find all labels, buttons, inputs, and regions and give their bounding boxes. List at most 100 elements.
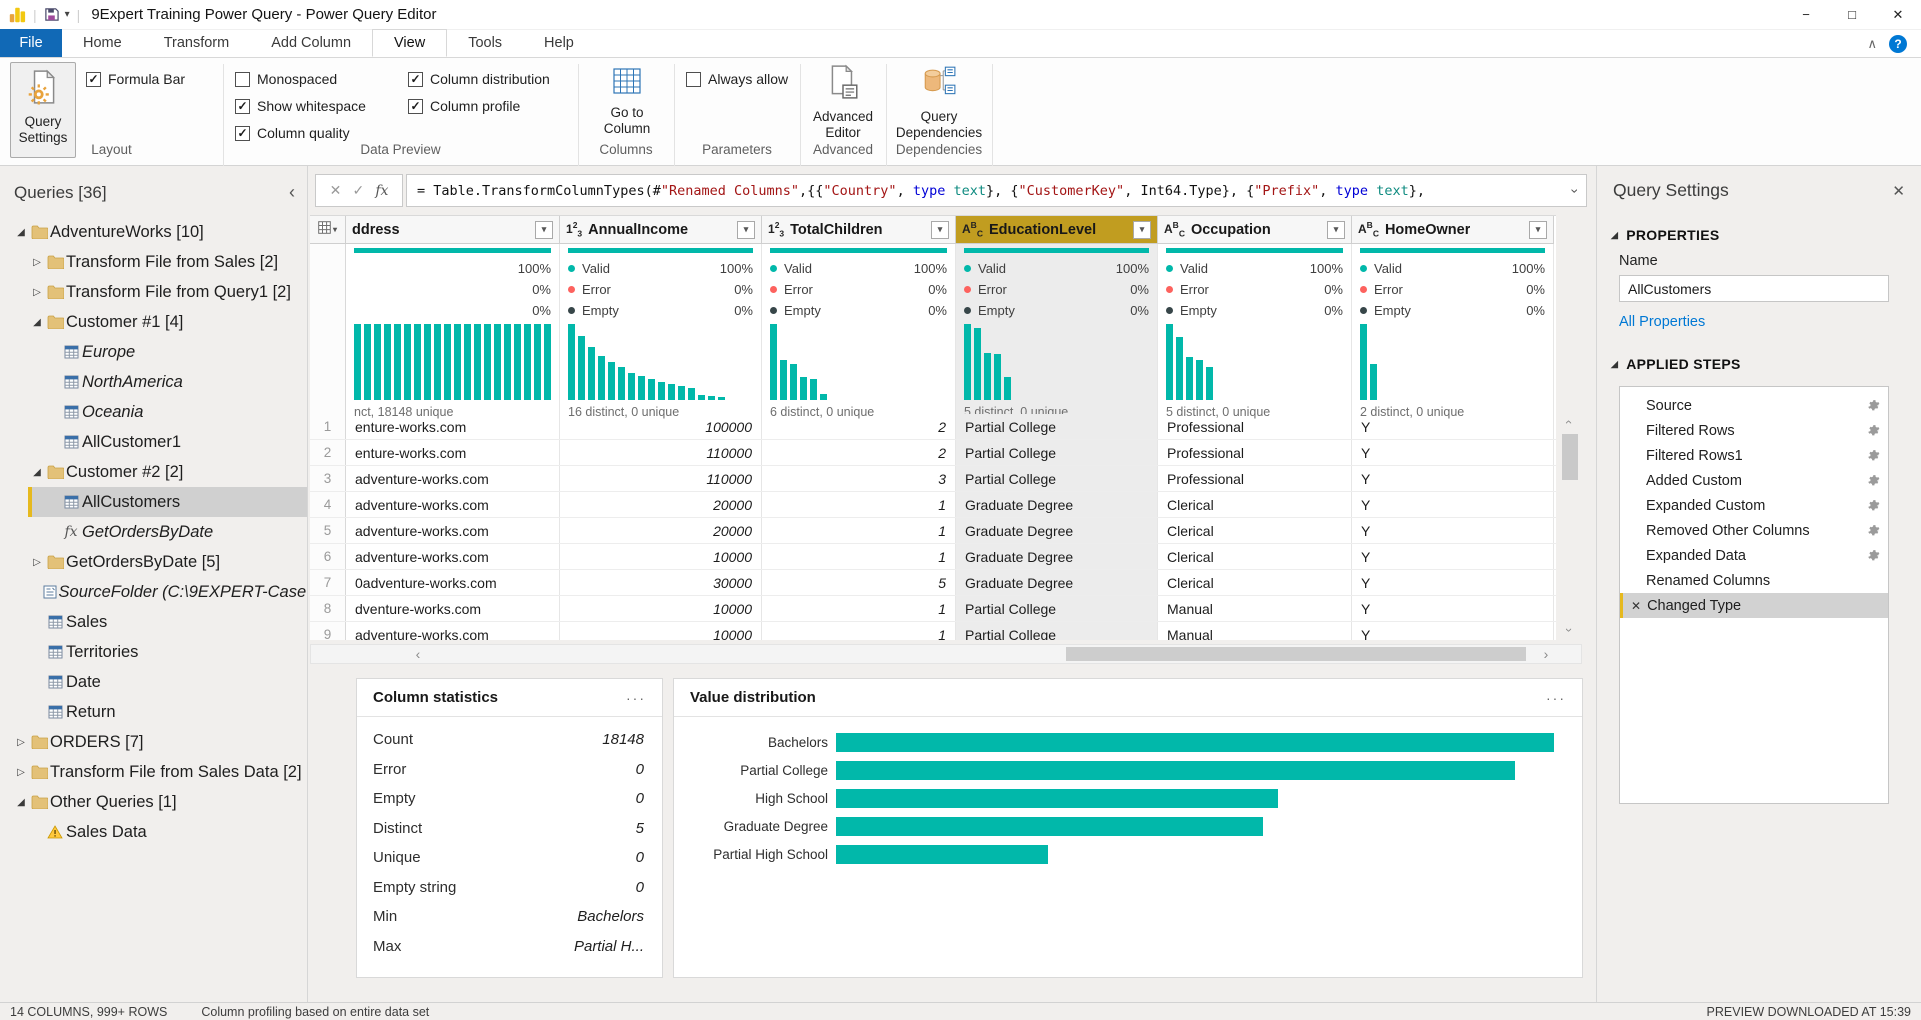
formula-input[interactable]: = Table.TransformColumnTypes(#"Renamed C… xyxy=(406,174,1587,207)
cell-totalchildren[interactable]: 1 xyxy=(762,622,956,640)
formula-bar-checkbox[interactable]: ✓Formula Bar xyxy=(86,71,185,87)
distribution-bar[interactable] xyxy=(836,733,1554,752)
filter-dropdown-icon[interactable]: ▾ xyxy=(737,221,755,239)
query-tree-item[interactable]: fxGetOrdersByDate xyxy=(0,517,307,547)
value-distribution-menu-icon[interactable]: ··· xyxy=(1546,690,1566,706)
minimize-button[interactable]: − xyxy=(1783,0,1829,30)
cell-occupation[interactable]: Clerical xyxy=(1158,492,1352,517)
show-whitespace-checkbox[interactable]: ✓Show whitespace xyxy=(235,98,366,114)
tab-view[interactable]: View xyxy=(372,29,447,57)
scroll-down-icon[interactable]: › xyxy=(1560,619,1580,641)
query-tree-item[interactable]: ◢AdventureWorks [10] xyxy=(0,217,307,247)
tree-collapsed-icon[interactable]: ▷ xyxy=(14,767,28,778)
cell-totalchildren[interactable]: 1 xyxy=(762,492,956,517)
cell-annualincome[interactable]: 10000 xyxy=(560,544,762,569)
table-row[interactable]: 1enture-works.com1000002Partial CollegeP… xyxy=(310,414,1556,440)
cancel-formula-icon[interactable]: ✕ xyxy=(330,182,342,199)
tab-help[interactable]: Help xyxy=(523,29,595,57)
query-settings-button[interactable]: Query Settings xyxy=(10,62,76,158)
cell-educationlevel[interactable]: Graduate Degree xyxy=(956,518,1158,543)
step-settings-gear-icon[interactable] xyxy=(1867,549,1880,562)
query-tree-item[interactable]: Sales xyxy=(0,607,307,637)
cell-occupation[interactable]: Professional xyxy=(1158,440,1352,465)
cell-annualincome[interactable]: 20000 xyxy=(560,518,762,543)
column-header-occupation[interactable]: ABCOccupation▾ xyxy=(1158,216,1352,244)
cell-occupation[interactable]: Clerical xyxy=(1158,570,1352,595)
commit-formula-icon[interactable]: ✓ xyxy=(352,182,364,199)
cell-homeowner[interactable]: Y xyxy=(1352,518,1554,543)
step-settings-gear-icon[interactable] xyxy=(1867,474,1880,487)
tree-expanded-icon[interactable]: ◢ xyxy=(30,317,44,328)
query-tree-item[interactable]: Europe xyxy=(0,337,307,367)
column-distribution-checkbox[interactable]: ✓Column distribution xyxy=(408,71,550,87)
filter-dropdown-icon[interactable]: ▾ xyxy=(1529,221,1547,239)
table-row[interactable]: 70adventure-works.com300005Graduate Degr… xyxy=(310,570,1556,596)
collapse-queries-pane-icon[interactable]: ‹ xyxy=(289,182,295,203)
horizontal-scroll-thumb[interactable] xyxy=(1066,647,1526,661)
table-row[interactable]: 8dventure-works.com100001Partial College… xyxy=(310,596,1556,622)
query-tree-item[interactable]: ▷GetOrdersByDate [5] xyxy=(0,547,307,577)
column-header-educationlevel[interactable]: ABCEducationLevel▾ xyxy=(956,216,1158,244)
query-tree-item[interactable]: ◢Customer #2 [2] xyxy=(0,457,307,487)
cell-homeowner[interactable]: Y xyxy=(1352,544,1554,569)
table-row[interactable]: 3adventure-works.com1100003Partial Colle… xyxy=(310,466,1556,492)
table-row[interactable]: 4adventure-works.com200001Graduate Degre… xyxy=(310,492,1556,518)
cell-annualincome[interactable]: 10000 xyxy=(560,622,762,640)
applied-step-filtered-rows[interactable]: Filtered Rows xyxy=(1620,418,1888,443)
column-header-annualincome[interactable]: 123AnnualIncome▾ xyxy=(560,216,762,244)
query-tree-item[interactable]: Territories xyxy=(0,637,307,667)
scroll-right-icon[interactable]: › xyxy=(1535,645,1557,663)
cell-ddress[interactable]: 0adventure-works.com xyxy=(346,570,560,595)
table-row[interactable]: 6adventure-works.com100001Graduate Degre… xyxy=(310,544,1556,570)
column-statistics-menu-icon[interactable]: ··· xyxy=(626,690,646,706)
table-row[interactable]: 5adventure-works.com200001Graduate Degre… xyxy=(310,518,1556,544)
collapse-ribbon-icon[interactable]: ∧ xyxy=(1867,36,1877,52)
properties-expander-icon[interactable]: ◢ xyxy=(1611,230,1618,241)
cell-homeowner[interactable]: Y xyxy=(1352,570,1554,595)
column-header-homeowner[interactable]: ABCHomeOwner▾ xyxy=(1352,216,1554,244)
checkbox-box-icon[interactable] xyxy=(235,72,250,87)
column-header-ddress[interactable]: ddress▾ xyxy=(346,216,560,244)
cell-homeowner[interactable]: Y xyxy=(1352,492,1554,517)
cell-homeowner[interactable]: Y xyxy=(1352,596,1554,621)
cell-annualincome[interactable]: 20000 xyxy=(560,492,762,517)
query-tree-item[interactable]: Date xyxy=(0,667,307,697)
step-settings-gear-icon[interactable] xyxy=(1867,424,1880,437)
monospaced-checkbox[interactable]: Monospaced xyxy=(235,71,337,87)
tab-home[interactable]: Home xyxy=(62,29,143,57)
all-properties-link[interactable]: All Properties xyxy=(1597,302,1921,332)
query-tree-item[interactable]: ▷Transform File from Sales Data [2] xyxy=(0,757,307,787)
tab-add-column[interactable]: Add Column xyxy=(250,29,372,57)
help-icon[interactable]: ? xyxy=(1889,35,1907,53)
delete-step-icon[interactable]: ✕ xyxy=(1631,599,1641,613)
vertical-scrollbar[interactable]: ‹ › xyxy=(1559,412,1581,640)
column-quality-checkbox[interactable]: ✓Column quality xyxy=(235,125,350,141)
query-tree-item[interactable]: ▷Transform File from Query1 [2] xyxy=(0,277,307,307)
query-tree-item[interactable]: AllCustomers xyxy=(0,487,307,517)
close-button[interactable]: ✕ xyxy=(1875,0,1921,30)
cell-totalchildren[interactable]: 2 xyxy=(762,440,956,465)
tree-collapsed-icon[interactable]: ▷ xyxy=(14,737,28,748)
cell-educationlevel[interactable]: Partial College xyxy=(956,466,1158,491)
filter-dropdown-icon[interactable]: ▾ xyxy=(931,221,949,239)
query-tree-item[interactable]: ◢Customer #1 [4] xyxy=(0,307,307,337)
advanced-editor-button[interactable]: Advanced Editor xyxy=(803,64,883,141)
distribution-bar[interactable] xyxy=(836,789,1278,808)
cell-ddress[interactable]: dventure-works.com xyxy=(346,596,560,621)
cell-homeowner[interactable]: Y xyxy=(1352,466,1554,491)
select-all-cell[interactable]: ▾ xyxy=(310,216,346,244)
save-icon[interactable] xyxy=(44,7,59,22)
cell-educationlevel[interactable]: Graduate Degree xyxy=(956,492,1158,517)
cell-ddress[interactable]: adventure-works.com xyxy=(346,544,560,569)
tree-collapsed-icon[interactable]: ▷ xyxy=(30,287,44,298)
applied-step-removed-other-columns[interactable]: Removed Other Columns xyxy=(1620,518,1888,543)
cell-ddress[interactable]: adventure-works.com xyxy=(346,622,560,640)
tree-expanded-icon[interactable]: ◢ xyxy=(30,467,44,478)
cell-occupation[interactable]: Professional xyxy=(1158,414,1352,439)
column-profile-checkbox[interactable]: ✓Column profile xyxy=(408,98,520,114)
cell-totalchildren[interactable]: 1 xyxy=(762,518,956,543)
cell-totalchildren[interactable]: 1 xyxy=(762,596,956,621)
distribution-bar[interactable] xyxy=(836,845,1048,864)
select-all-grid-icon[interactable] xyxy=(318,221,331,238)
cell-educationlevel[interactable]: Partial College xyxy=(956,440,1158,465)
